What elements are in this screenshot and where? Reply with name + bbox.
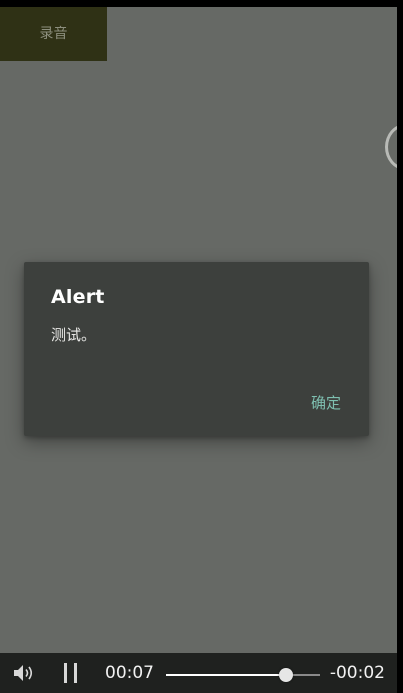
elapsed-time: 00:07 [105,663,154,683]
dialog-ok-button[interactable]: 确定 [301,388,351,417]
pause-icon [64,663,67,683]
record-button[interactable]: 录音 [0,7,107,61]
pause-icon-right-bar [74,663,77,683]
seek-bar[interactable] [166,665,320,685]
screen: 录音 Alert 测试。 确定 00:07 -00:02 [0,0,403,693]
media-control-bar: 00:07 -00:02 [0,653,397,693]
alert-dialog: Alert 测试。 确定 [24,262,369,436]
seek-thumb[interactable] [279,668,294,682]
remaining-time: -00:02 [329,663,385,683]
speaker-icon[interactable] [12,662,38,684]
handle-arc-icon [385,124,397,170]
side-drawer-handle[interactable] [383,124,397,174]
dialog-message: 测试。 [51,326,97,344]
seek-progress-fill [166,674,287,676]
pause-button[interactable] [58,661,84,685]
right-edge-border [397,0,403,693]
dialog-title: Alert [51,286,105,308]
